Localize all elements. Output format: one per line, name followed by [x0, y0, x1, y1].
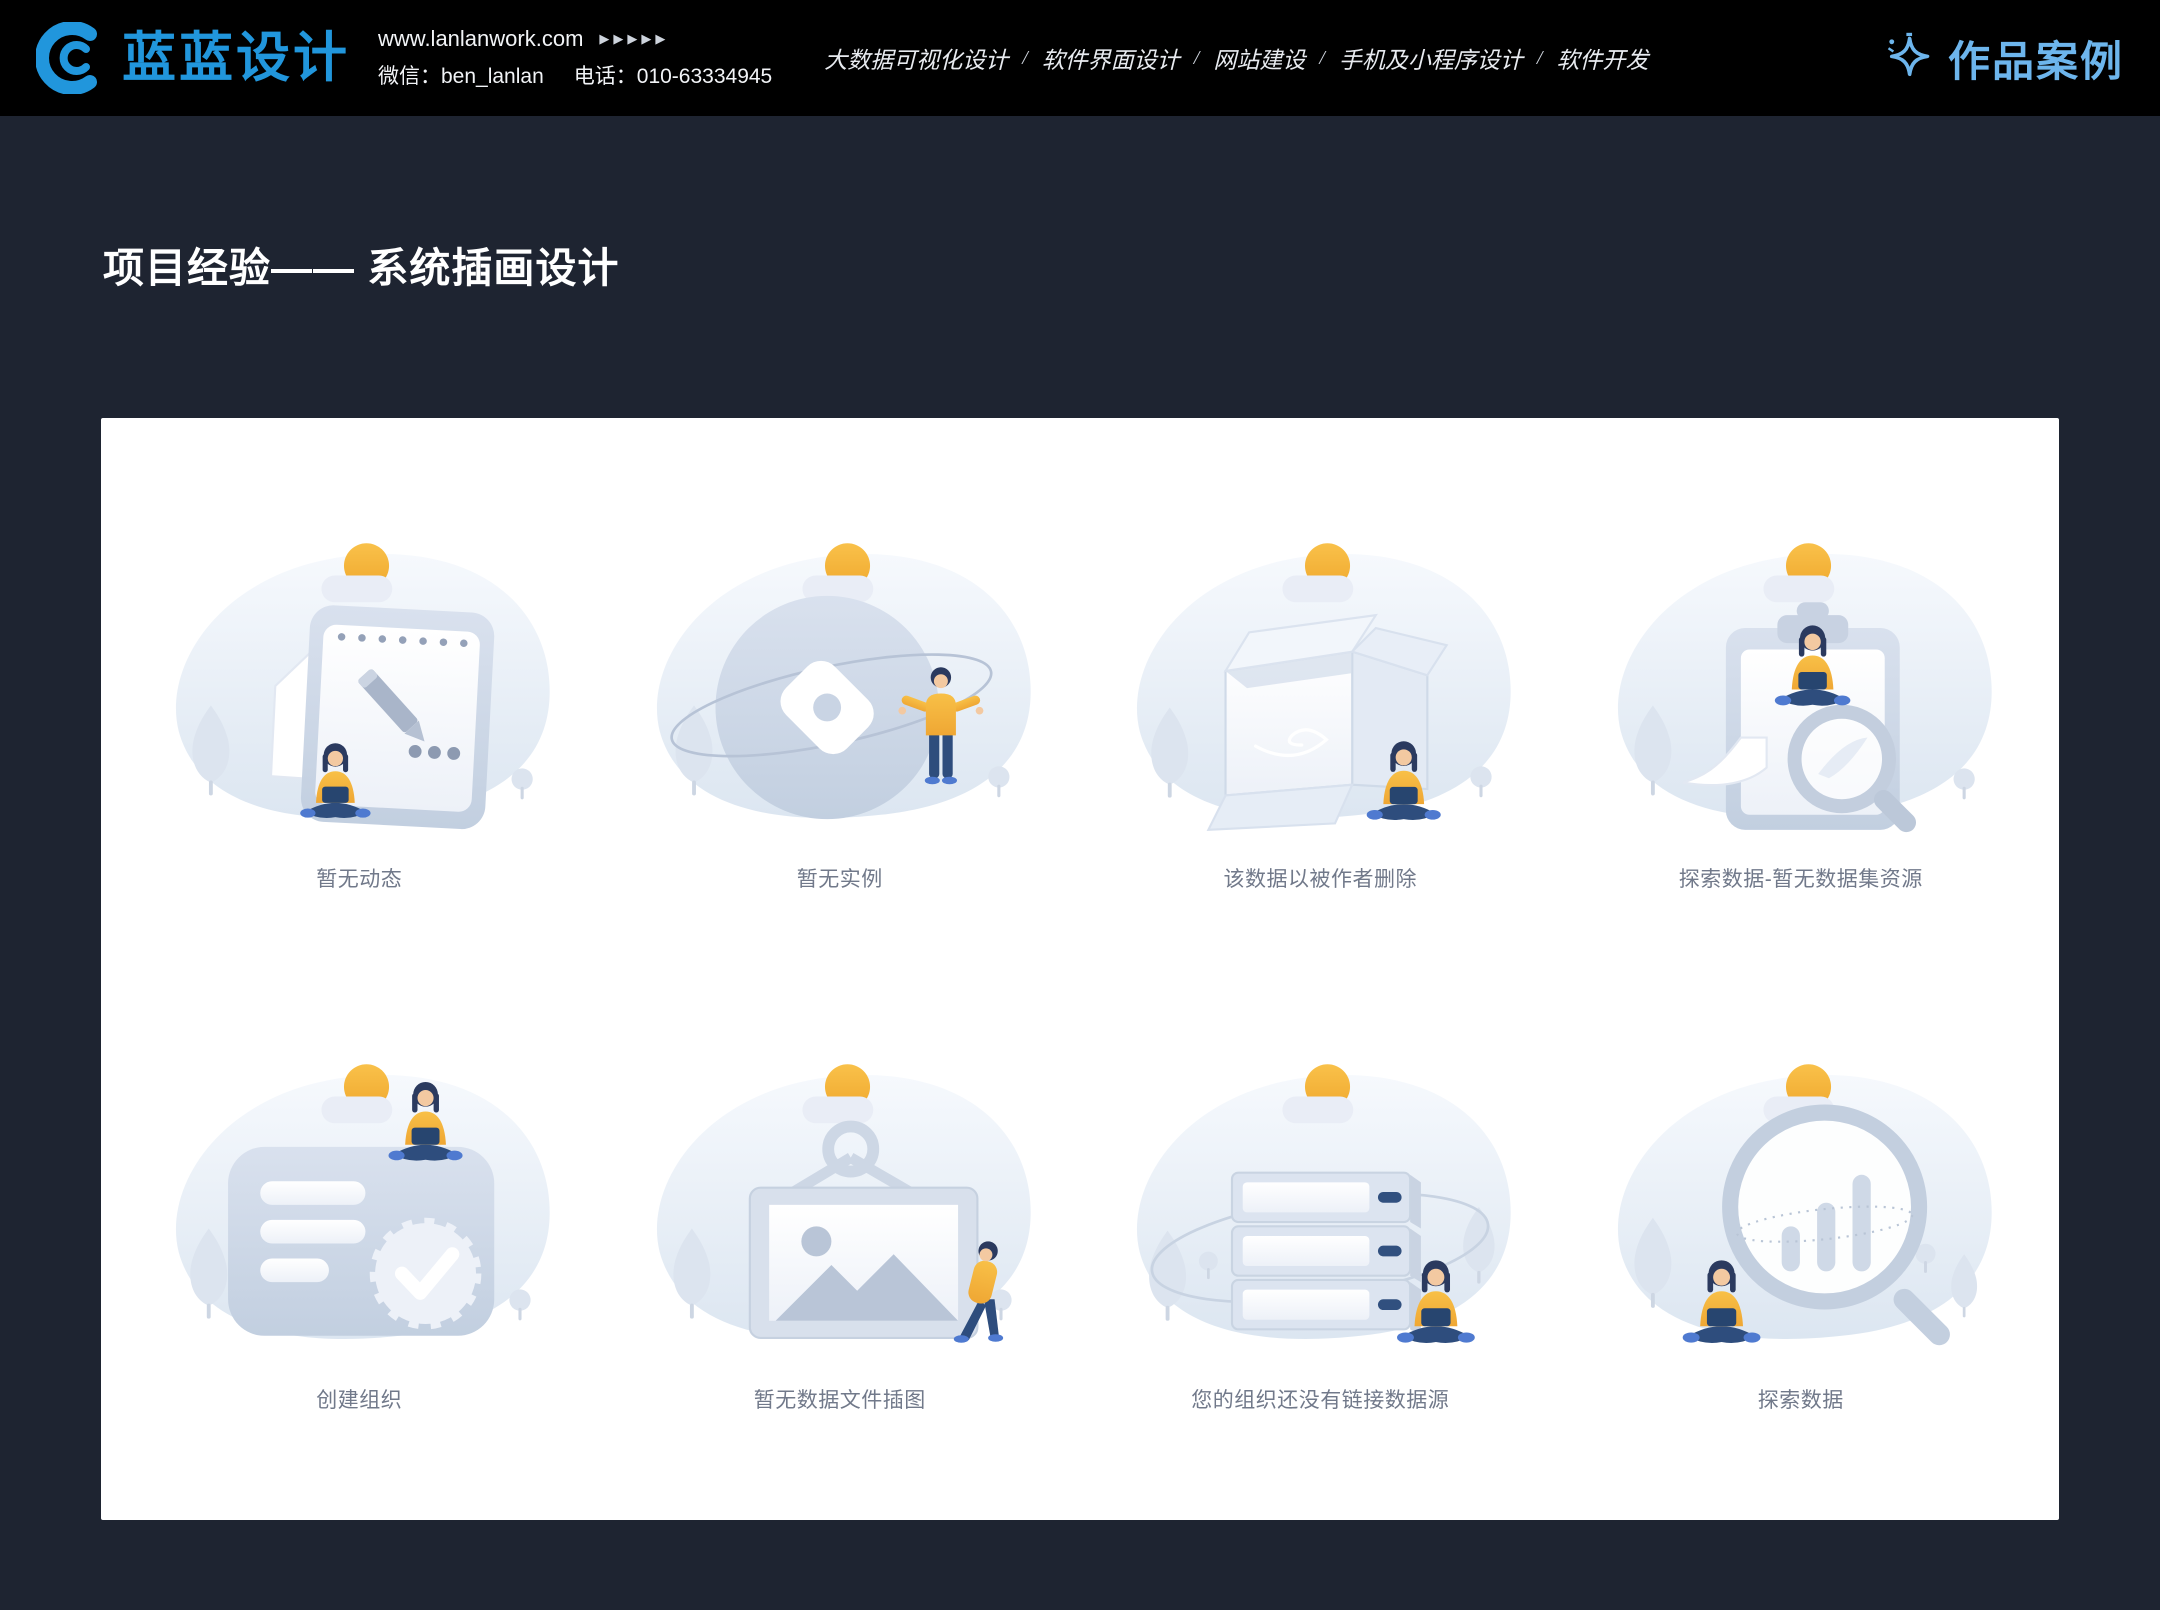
gallery-caption: 该数据以被作者删除: [1224, 863, 1418, 893]
gallery-item: 您的组织还没有链接数据源: [1080, 969, 1561, 1490]
nav-separator: /: [1194, 47, 1200, 70]
compass-disc-illustration: [624, 525, 1056, 847]
sparkle-star-icon: [1882, 32, 1934, 84]
arrows-decor: ▶▶▶▶▶: [599, 31, 669, 47]
nav-separator: /: [1022, 47, 1028, 70]
nav-separator: /: [1537, 47, 1543, 70]
top-header-bar: 蓝蓝设计 www.lanlanwork.com ▶▶▶▶▶ 微信：ben_lan…: [0, 0, 2160, 116]
nav-item-website[interactable]: 网站建设: [1213, 41, 1305, 75]
gallery-item: 暂无动态: [119, 448, 600, 969]
notepad-pencil-illustration: [143, 525, 575, 847]
gallery-item: 该数据以被作者删除: [1080, 448, 1561, 969]
gallery-item: 创建组织: [119, 969, 600, 1490]
gallery-item: 探索数据: [1561, 969, 2042, 1490]
illustration-gallery-card: 暂无动态 暂无实例: [101, 418, 2059, 1520]
gallery-caption: 您的组织还没有链接数据源: [1191, 1384, 1449, 1414]
nav-item-mobile-miniapp[interactable]: 手机及小程序设计: [1339, 41, 1523, 75]
gallery-item: 暂无实例: [600, 448, 1081, 969]
portfolio-cases-label: 作品案例: [1948, 28, 2124, 89]
lanlan-logo-icon: [36, 22, 108, 94]
brand-name: 蓝蓝设计: [122, 31, 350, 85]
nav-item-software-dev[interactable]: 软件开发: [1556, 41, 1648, 75]
page-title: 项目经验—— 系统插画设计: [103, 234, 2160, 294]
server-stack-illustration: [1104, 1046, 1536, 1368]
picture-frame-illustration: [624, 1046, 1056, 1368]
nav-item-bigdata[interactable]: 大数据可视化设计: [824, 41, 1008, 75]
website-link[interactable]: www.lanlanwork.com: [378, 26, 583, 52]
nav-separator: /: [1319, 47, 1325, 70]
contact-block: www.lanlanwork.com ▶▶▶▶▶ 微信：ben_lanlan 电…: [378, 26, 772, 90]
services-nav: 大数据可视化设计 / 软件界面设计 / 网站建设 / 手机及小程序设计 / 软件…: [824, 41, 1648, 75]
clipboard-search-illustration: [1585, 525, 2017, 847]
gallery-caption: 暂无动态: [316, 863, 402, 893]
gallery-caption: 创建组织: [316, 1384, 402, 1414]
phone-contact: 电话：010-63334945: [574, 60, 772, 90]
gallery-caption: 探索数据-暂无数据集资源: [1679, 863, 1923, 893]
gallery-caption: 暂无数据文件插图: [754, 1384, 926, 1414]
search-chart-illustration: [1585, 1046, 2017, 1368]
checklist-card-illustration: [143, 1046, 575, 1368]
brand-logo[interactable]: 蓝蓝设计: [36, 22, 350, 94]
wechat-contact: 微信：ben_lanlan: [378, 60, 544, 90]
gallery-caption: 探索数据: [1758, 1384, 1844, 1414]
gallery-caption: 暂无实例: [797, 863, 883, 893]
gallery-item: 探索数据-暂无数据集资源: [1561, 448, 2042, 969]
open-box-illustration: [1104, 525, 1536, 847]
gallery-item: 暂无数据文件插图: [600, 969, 1081, 1490]
portfolio-cases-link[interactable]: 作品案例: [1882, 28, 2124, 89]
nav-item-software-ui[interactable]: 软件界面设计: [1042, 41, 1180, 75]
